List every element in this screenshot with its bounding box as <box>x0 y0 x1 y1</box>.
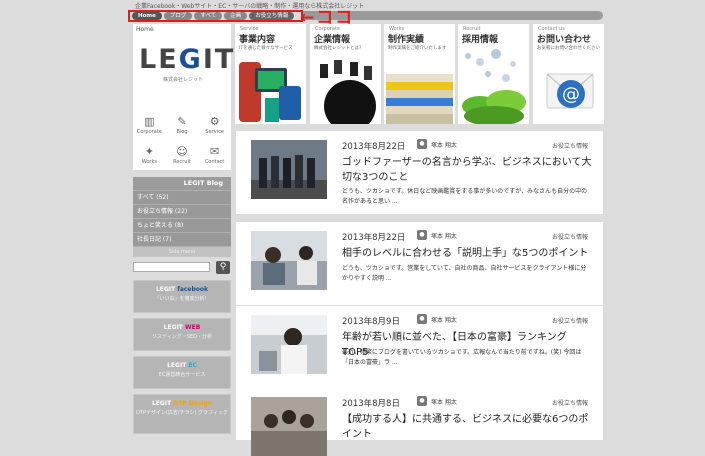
search-input[interactable] <box>133 262 210 272</box>
post-category[interactable]: お役立ち情報 <box>552 316 588 325</box>
post-date: 2013年8月8日 <box>342 399 400 409</box>
post-category[interactable]: お役立ち情報 <box>552 232 588 241</box>
post-author: ● 塚本 翔太 <box>417 230 457 240</box>
blog-post-card[interactable]: 2013年8月9日 ● 塚本 翔太 お役立ち情報 年齢が若い順に並べた、【日本の富… <box>236 306 603 389</box>
post-author: ● 塚本 翔太 <box>417 139 457 149</box>
gear-icon: ⚙ <box>209 114 220 128</box>
post-thumbnail[interactable] <box>251 140 327 199</box>
logo-subtitle: 株式会社レジット <box>163 77 204 83</box>
avatar: ● <box>417 139 427 149</box>
menu-card-works[interactable]: Works 制作実績 制作実績をご紹介いたします <box>384 24 455 124</box>
avatar: ● <box>417 230 427 240</box>
post-category[interactable]: お役立ち情報 <box>552 398 588 407</box>
banner-facebook[interactable]: LEGIT facebook 「いいね」を徹底分析！ <box>133 280 231 313</box>
contact-illustration: @ <box>533 54 604 124</box>
nav-blog[interactable]: ✎ Blog <box>166 110 199 140</box>
banner-dtp[interactable]: LEGIT DTP Design DTPデザイン(広告/チラシ) グラフィック <box>133 394 231 434</box>
works-icon: ✦ <box>144 144 154 158</box>
post-thumbnail[interactable] <box>251 397 327 456</box>
breadcrumb-all[interactable]: すべて <box>194 12 223 20</box>
blog-category-menu: LEGIT Blog すべて (52) お役立ち情報 (22) ちょと笑える (… <box>133 177 231 257</box>
breadcrumb-kikaku[interactable]: 企画 <box>224 12 248 20</box>
breadcrumb-current: お役立ち情報 <box>249 12 295 20</box>
nav-recruit[interactable]: ☺ Recruit <box>166 140 199 170</box>
category-funny[interactable]: ちょと笑える (8) <box>133 218 231 232</box>
post-date: 2013年8月22日 <box>342 142 406 152</box>
blog-category-header: LEGIT Blog <box>133 177 231 190</box>
logo-home-label: Home <box>136 26 154 33</box>
pencil-icon: ✎ <box>177 114 187 128</box>
corporate-illustration <box>310 54 381 124</box>
category-president-diary[interactable]: 社長日記 (7) <box>133 232 231 246</box>
mail-icon: ✉ <box>210 144 220 158</box>
breadcrumb-blog[interactable]: ブログ <box>163 12 193 20</box>
post-author: ● 塚本 翔太 <box>417 396 457 406</box>
nav-corporate[interactable]: ▥ Corporate <box>133 110 166 140</box>
menu-card-service[interactable]: Service 事業内容 ITを通じた様々なサービス <box>235 24 306 124</box>
breadcrumb-home[interactable]: Home <box>132 12 162 20</box>
category-all[interactable]: すべて (52) <box>133 190 231 204</box>
blog-post-card[interactable]: 2013年8月8日 ● 塚本 翔太 お役立ち情報 【成功する人】に共通する、ビジネ… <box>236 388 603 456</box>
works-illustration <box>384 54 455 124</box>
post-category[interactable]: お役立ち情報 <box>552 141 588 150</box>
post-date: 2013年8月9日 <box>342 317 400 327</box>
blog-post-card[interactable]: 2013年8月22日 ● 塚本 翔太 お役立ち情報 相手のレベルに合わせる「説明上… <box>236 222 603 305</box>
logo-panel[interactable]: Home LEGIT 株式会社レジット <box>133 24 233 124</box>
post-excerpt: 最近、頻繁にブログを書いているツカショです。広報なんで当たり前ですね。(笑) 今… <box>342 349 582 366</box>
menu-card-corporate[interactable]: Corporate 企業情報 株式会社レジットとは？ <box>310 24 381 124</box>
banner-ec[interactable]: LEGIT EC EC運営統合サービス <box>133 356 231 389</box>
post-title[interactable]: 相手のレベルに合わせる「説明上手」な5つのポイント <box>342 246 592 261</box>
post-excerpt: どうも、ツカショです。休日など映画鑑賞をする事が多いのですが、みなさんも自分の中… <box>342 188 588 205</box>
building-icon: ▥ <box>144 114 155 128</box>
avatar: ● <box>417 396 427 406</box>
post-excerpt: どうも、ツカショです。営業をしていて、自社の商品、自社サービスをクライアント様に… <box>342 265 587 282</box>
post-title[interactable]: ゴッドファーザーの名言から学ぶ、ビジネスにおいて大切な3つのこと <box>342 155 592 185</box>
smile-icon: ☺ <box>176 144 188 158</box>
menu-card-recruit[interactable]: Recruit 採用情報 <box>458 24 529 124</box>
post-title[interactable]: 【成功する人】に共通する、ビジネスに必要な6つのポイント <box>342 412 592 442</box>
menu-card-contact[interactable]: Contact us お問い合わせ お気軽にお問い合わせください @ <box>533 24 604 124</box>
post-author: ● 塚本 翔太 <box>417 314 457 324</box>
icon-nav: ▥ Corporate ✎ Blog ⚙ Service ✦ Works ☺ Recrui… <box>133 110 231 170</box>
site-logo: LEGIT <box>139 44 236 75</box>
svg-text:@: @ <box>562 84 580 105</box>
post-date: 2013年8月22日 <box>342 233 406 243</box>
blog-post-card[interactable]: 2013年8月22日 ● 塚本 翔太 お役立ち情報 ゴッドファーザーの名言から学ぶ… <box>236 131 603 214</box>
breadcrumb: Home ブログ すべて 企画 お役立ち情報 <box>128 10 303 22</box>
banner-web[interactable]: LEGIT WEB リスティング・SEO・分析 <box>133 318 231 351</box>
search-button[interactable]: ⚲ <box>216 261 230 274</box>
post-thumbnail[interactable] <box>251 315 327 374</box>
recruit-illustration <box>458 44 529 124</box>
category-useful[interactable]: お役立ち情報 (22) <box>133 204 231 218</box>
nav-service[interactable]: ⚙ Service <box>198 110 231 140</box>
nav-works[interactable]: ✦ Works <box>133 140 166 170</box>
avatar: ● <box>417 314 427 324</box>
search-icon: ⚲ <box>219 262 227 272</box>
service-illustration <box>235 54 306 124</box>
side-menu-label: Side menu <box>133 246 231 257</box>
nav-contact[interactable]: ✉ Contact <box>198 140 231 170</box>
post-thumbnail[interactable] <box>251 231 327 290</box>
